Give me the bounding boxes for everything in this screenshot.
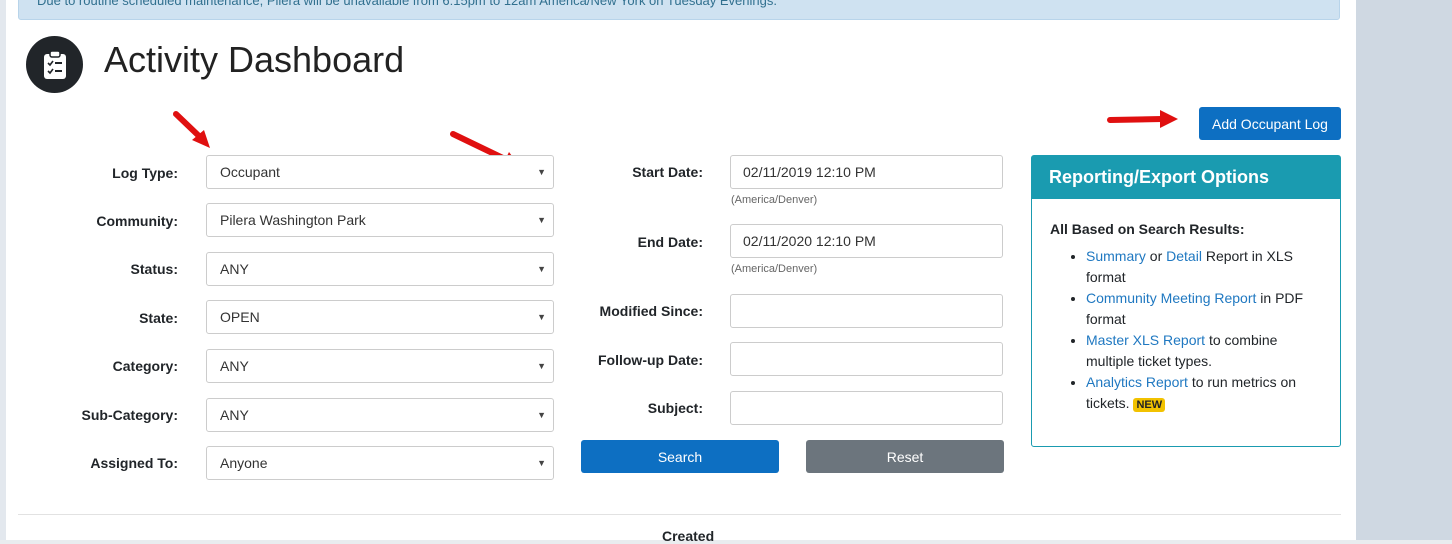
followup-date-input[interactable] <box>730 342 1003 376</box>
maintenance-banner-text: Due to routine scheduled maintenance, Pi… <box>37 0 777 8</box>
caret-down-icon: ▼ <box>537 215 546 225</box>
caret-down-icon: ▼ <box>537 410 546 420</box>
assigned-to-label: Assigned To: <box>90 455 178 471</box>
right-gutter <box>1356 0 1452 540</box>
summary-report-link[interactable]: Summary <box>1086 248 1146 264</box>
annotation-arrow-icon <box>173 111 210 148</box>
new-badge: NEW <box>1133 398 1166 412</box>
reporting-subtitle: All Based on Search Results: <box>1050 221 1245 237</box>
category-label: Category: <box>112 358 178 374</box>
community-select[interactable]: Pilera Washington Park ▼ <box>206 203 554 237</box>
divider <box>18 514 1341 515</box>
analytics-report-link[interactable]: Analytics Report <box>1086 374 1188 390</box>
community-label: Community: <box>96 213 178 229</box>
community-value: Pilera Washington Park <box>220 212 366 228</box>
clipboard-checklist-icon <box>26 36 83 93</box>
end-date-input[interactable]: 02/11/2020 12:10 PM <box>730 224 1003 258</box>
log-type-label: Log Type: <box>112 165 178 181</box>
modified-since-label: Modified Since: <box>599 303 703 319</box>
report-text: or <box>1145 248 1167 264</box>
caret-down-icon: ▼ <box>537 361 546 371</box>
status-value: ANY <box>220 261 249 277</box>
add-occupant-log-button[interactable]: Add Occupant Log <box>1199 107 1341 140</box>
end-date-timezone: (America/Denver) <box>731 263 818 275</box>
state-label: State: <box>139 310 178 326</box>
caret-down-icon: ▼ <box>537 312 546 322</box>
subject-label: Subject: <box>647 400 703 416</box>
page-content: Due to routine scheduled maintenance, Pi… <box>6 0 1356 544</box>
end-date-label: End Date: <box>637 234 703 250</box>
start-date-value: 02/11/2019 12:10 PM <box>743 164 876 180</box>
category-value: ANY <box>220 358 249 374</box>
log-type-select[interactable]: Occupant ▼ <box>206 155 554 189</box>
annotation-arrow-icon <box>1107 110 1178 128</box>
modified-since-input[interactable] <box>730 294 1003 328</box>
list-item: Analytics Report to run metrics on ticke… <box>1086 372 1322 416</box>
master-xls-report-link[interactable]: Master XLS Report <box>1086 332 1205 348</box>
state-value: OPEN <box>220 309 260 325</box>
caret-down-icon: ▼ <box>537 167 546 177</box>
list-item: Master XLS Report to combine multiple ti… <box>1086 330 1322 372</box>
maintenance-banner: Due to routine scheduled maintenance, Pi… <box>18 0 1340 20</box>
start-date-timezone: (America/Denver) <box>731 194 818 206</box>
sub-category-value: ANY <box>220 407 249 423</box>
reporting-panel-body: All Based on Search Results: Summary or … <box>1032 199 1340 416</box>
sub-category-select[interactable]: ANY ▼ <box>206 398 554 432</box>
subject-input[interactable] <box>730 391 1003 425</box>
followup-date-label: Follow-up Date: <box>598 352 703 368</box>
report-list: Summary or Detail Report in XLS format C… <box>1050 246 1322 416</box>
start-date-label: Start Date: <box>632 164 703 180</box>
assigned-to-value: Anyone <box>220 455 268 471</box>
log-type-value: Occupant <box>220 164 280 180</box>
state-select[interactable]: OPEN ▼ <box>206 300 554 334</box>
community-meeting-report-link[interactable]: Community Meeting Report <box>1086 290 1256 306</box>
caret-down-icon: ▼ <box>537 458 546 468</box>
assigned-to-select[interactable]: Anyone ▼ <box>206 446 554 480</box>
status-label: Status: <box>130 261 178 277</box>
page-title: Activity Dashboard <box>104 39 405 80</box>
sub-category-label: Sub-Category: <box>81 407 178 423</box>
start-date-input[interactable]: 02/11/2019 12:10 PM <box>730 155 1003 189</box>
end-date-value: 02/11/2020 12:10 PM <box>743 233 876 249</box>
list-item: Summary or Detail Report in XLS format <box>1086 246 1322 288</box>
reset-button[interactable]: Reset <box>806 440 1004 473</box>
list-item: Community Meeting Report in PDF format <box>1086 288 1322 330</box>
detail-report-link[interactable]: Detail <box>1166 248 1202 264</box>
search-button[interactable]: Search <box>581 440 779 473</box>
status-select[interactable]: ANY ▼ <box>206 252 554 286</box>
category-select[interactable]: ANY ▼ <box>206 349 554 383</box>
reporting-export-panel: Reporting/Export Options All Based on Se… <box>1031 155 1341 447</box>
created-column-header[interactable]: Created <box>662 528 714 544</box>
reporting-panel-title: Reporting/Export Options <box>1032 156 1340 199</box>
caret-down-icon: ▼ <box>537 264 546 274</box>
